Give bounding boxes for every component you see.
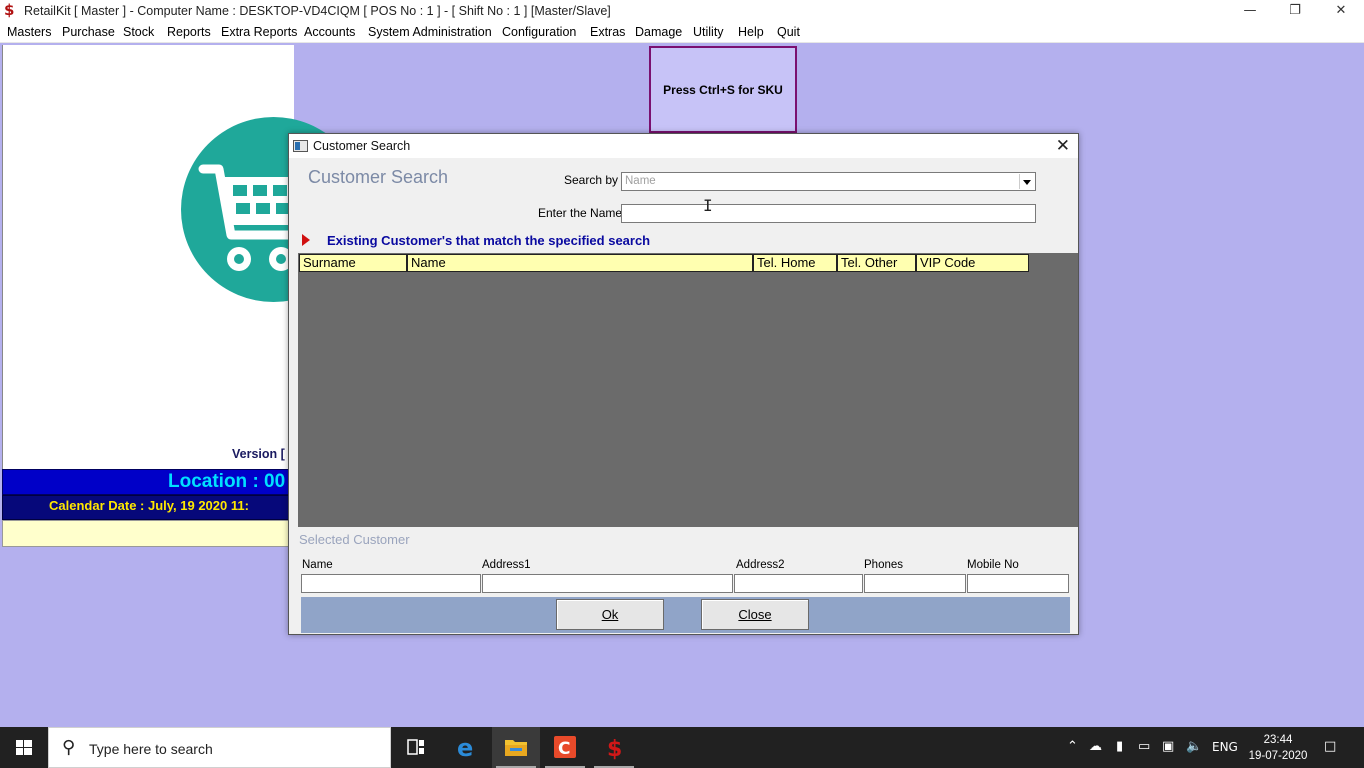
dialog-close-icon[interactable]: ✕ xyxy=(1056,136,1070,156)
onedrive-cloud-icon[interactable]: ☁ xyxy=(1089,739,1102,754)
battery-icon[interactable]: ▭ xyxy=(1138,739,1150,754)
arrow-right-icon xyxy=(302,234,310,246)
window-title: RetailKit [ Master ] - Computer Name : D… xyxy=(24,4,611,18)
edge-browser-icon[interactable]: e xyxy=(443,727,491,768)
enter-name-input[interactable] xyxy=(621,204,1036,223)
windows-taskbar: ⚲ Type here to search e C $ ⌃ ☁ ▮ ▭ ▣ 🔈 … xyxy=(0,727,1364,768)
customer-results-grid[interactable]: Surname Name Tel. Home Tel. Other VIP Co… xyxy=(298,253,1078,527)
enter-name-label: Enter the Name xyxy=(538,206,623,220)
menu-reports[interactable]: Reports xyxy=(167,25,211,39)
name-label: Name xyxy=(302,559,333,571)
menu-extra-reports[interactable]: Extra Reports xyxy=(221,25,297,39)
svg-text:e: e xyxy=(457,734,473,762)
chevron-down-icon[interactable] xyxy=(1019,174,1034,189)
menu-purchase[interactable]: Purchase xyxy=(62,25,115,39)
calendar-date-bar: Calendar Date : July, 19 2020 11: xyxy=(2,495,292,520)
version-label: Version [ xyxy=(232,447,285,461)
clock[interactable]: 23:44 19-07-2020 xyxy=(1248,732,1308,764)
menu-damage[interactable]: Damage xyxy=(635,25,682,39)
location-bar: Location : 00 xyxy=(2,469,292,495)
dialog-title: Customer Search xyxy=(313,139,411,153)
ok-button[interactable]: Ok xyxy=(556,599,664,630)
menu-extras[interactable]: Extras xyxy=(590,25,625,39)
menu-masters[interactable]: Masters xyxy=(7,25,51,39)
selected-address1-field[interactable] xyxy=(482,574,733,593)
show-hidden-icons-icon[interactable]: ⌃ xyxy=(1067,739,1078,754)
network-icon[interactable]: ▣ xyxy=(1162,739,1174,754)
app-icon: $ xyxy=(4,1,15,19)
taskbar-search-placeholder: Type here to search xyxy=(89,741,213,757)
clock-date: 19-07-2020 xyxy=(1248,750,1308,762)
selected-address2-field[interactable] xyxy=(734,574,863,593)
windows-start-icon[interactable] xyxy=(0,727,48,768)
microphone-icon[interactable]: ▮ xyxy=(1116,739,1123,754)
results-label: Existing Customer's that match the speci… xyxy=(327,233,651,248)
language-indicator[interactable]: ENG xyxy=(1212,740,1238,754)
file-explorer-icon[interactable] xyxy=(492,727,540,768)
clock-time: 23:44 xyxy=(1263,734,1293,746)
mobile-no-label: Mobile No xyxy=(967,559,1019,571)
search-by-label: Search by xyxy=(564,173,619,187)
taskbar-search-box[interactable]: ⚲ Type here to search xyxy=(48,727,391,768)
status-strip xyxy=(2,520,292,547)
phones-label: Phones xyxy=(864,559,904,571)
customer-search-dialog: Customer Search ✕ Customer Search Search… xyxy=(288,133,1079,635)
menu-accounts[interactable]: Accounts xyxy=(304,25,355,39)
restore-button[interactable]: ❐ xyxy=(1272,0,1318,22)
menu-quit[interactable]: Quit xyxy=(777,25,800,39)
menu-system-administration[interactable]: System Administration xyxy=(368,25,492,39)
column-header-surname[interactable]: Surname xyxy=(299,254,407,272)
search-by-select[interactable]: Name xyxy=(621,172,1036,191)
address2-label: Address2 xyxy=(736,559,785,571)
close-button[interactable]: Close xyxy=(701,599,809,630)
dialog-title-bar: Customer Search ✕ xyxy=(289,134,1078,158)
search-icon: ⚲ xyxy=(62,737,76,758)
menu-stock[interactable]: Stock xyxy=(123,25,154,39)
selected-name-field[interactable] xyxy=(301,574,481,593)
volume-muted-icon[interactable]: 🔈 xyxy=(1186,739,1202,754)
title-bar: $ RetailKit [ Master ] - Computer Name :… xyxy=(0,0,1364,22)
svg-text:$: $ xyxy=(607,737,622,762)
column-header-vip-code[interactable]: VIP Code xyxy=(916,254,1029,272)
retailkit-app-icon[interactable]: $ xyxy=(590,727,638,768)
app-c-icon[interactable]: C xyxy=(541,727,589,768)
column-header-name[interactable]: Name xyxy=(407,254,753,272)
selected-mobile-field[interactable] xyxy=(967,574,1069,593)
column-header-tel-home[interactable]: Tel. Home xyxy=(753,254,837,272)
menu-bar: Masters Purchase Stock Reports Extra Rep… xyxy=(0,22,1364,43)
column-header-tel-other[interactable]: Tel. Other xyxy=(837,254,916,272)
text-cursor-icon: I xyxy=(703,196,713,215)
selected-phones-field[interactable] xyxy=(864,574,966,593)
minimize-button[interactable]: — xyxy=(1227,0,1273,22)
task-view-icon[interactable] xyxy=(392,727,440,768)
svg-text:C: C xyxy=(558,739,570,759)
menu-utility[interactable]: Utility xyxy=(693,25,724,39)
notifications-icon[interactable]: □ xyxy=(1324,739,1336,754)
sku-hint-box[interactable]: Press Ctrl+S for SKU xyxy=(649,46,797,133)
close-window-button[interactable]: ✕ xyxy=(1318,0,1364,22)
dialog-button-bar: Ok Close xyxy=(301,597,1070,633)
menu-configuration[interactable]: Configuration xyxy=(502,25,576,39)
dialog-heading: Customer Search xyxy=(308,167,449,187)
selected-customer-heading: Selected Customer xyxy=(299,532,410,547)
window-form-icon xyxy=(293,140,308,152)
search-by-value: Name xyxy=(625,175,656,187)
menu-help[interactable]: Help xyxy=(738,25,764,39)
address1-label: Address1 xyxy=(482,559,531,571)
